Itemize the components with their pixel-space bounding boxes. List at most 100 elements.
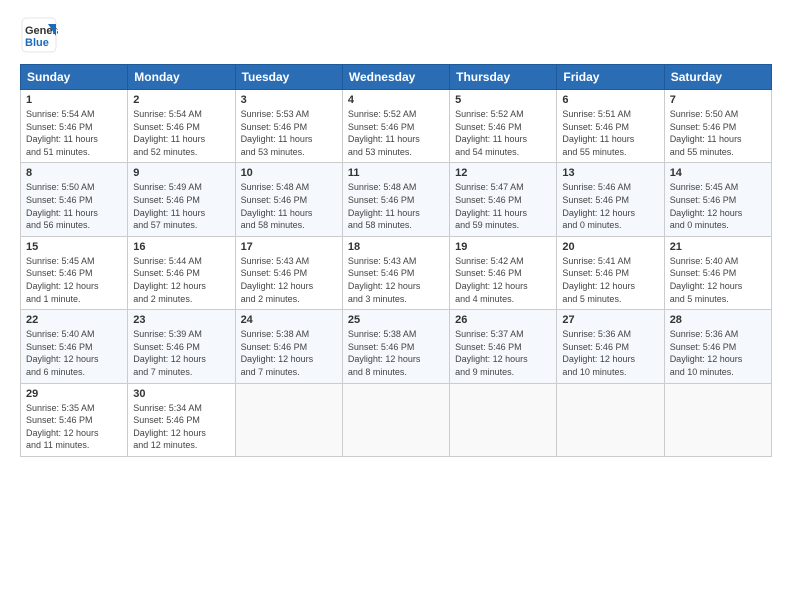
day-number: 2 <box>133 94 229 106</box>
day-cell: 3 Sunrise: 5:53 AM Sunset: 5:46 PM Daylig… <box>235 90 342 163</box>
day-cell: 16 Sunrise: 5:44 AM Sunset: 5:46 PM Dayli… <box>128 236 235 309</box>
day-info: Sunrise: 5:35 AM Sunset: 5:46 PM Dayligh… <box>26 402 122 452</box>
day-cell: 11Sunrise: 5:48 AM Sunset: 5:46 PM Dayli… <box>342 163 449 236</box>
weekday-saturday: Saturday <box>664 65 771 90</box>
week-row-1: 1 Sunrise: 5:54 AM Sunset: 5:46 PM Daylig… <box>21 90 772 163</box>
day-info: Sunrise: 5:52 AM Sunset: 5:46 PM Dayligh… <box>455 108 551 158</box>
day-cell: 8 Sunrise: 5:50 AM Sunset: 5:46 PM Daylig… <box>21 163 128 236</box>
day-cell <box>450 383 557 456</box>
day-info: Sunrise: 5:54 AM Sunset: 5:46 PM Dayligh… <box>133 108 229 158</box>
day-info: Sunrise: 5:38 AM Sunset: 5:46 PM Dayligh… <box>348 328 444 378</box>
day-cell <box>235 383 342 456</box>
day-cell: 15 Sunrise: 5:45 AM Sunset: 5:46 PM Dayli… <box>21 236 128 309</box>
day-number: 15 <box>26 241 122 253</box>
day-info: Sunrise: 5:45 AM Sunset: 5:46 PM Dayligh… <box>26 255 122 305</box>
day-info: Sunrise: 5:50 AM Sunset: 5:46 PM Dayligh… <box>26 181 122 231</box>
day-number: 21 <box>670 241 766 253</box>
day-number: 28 <box>670 314 766 326</box>
weekday-tuesday: Tuesday <box>235 65 342 90</box>
week-row-3: 15 Sunrise: 5:45 AM Sunset: 5:46 PM Dayli… <box>21 236 772 309</box>
day-info: Sunrise: 5:41 AM Sunset: 5:46 PM Dayligh… <box>562 255 658 305</box>
day-info: Sunrise: 5:43 AM Sunset: 5:46 PM Dayligh… <box>348 255 444 305</box>
day-number: 17 <box>241 241 337 253</box>
day-number: 27 <box>562 314 658 326</box>
day-number: 9 <box>133 167 229 179</box>
header: General Blue <box>20 16 772 54</box>
calendar-table: SundayMondayTuesdayWednesdayThursdayFrid… <box>20 64 772 457</box>
day-cell: 7Sunrise: 5:50 AM Sunset: 5:46 PM Daylig… <box>664 90 771 163</box>
week-row-4: 22 Sunrise: 5:40 AM Sunset: 5:46 PM Dayli… <box>21 310 772 383</box>
day-number: 12 <box>455 167 551 179</box>
day-info: Sunrise: 5:43 AM Sunset: 5:46 PM Dayligh… <box>241 255 337 305</box>
day-cell: 25 Sunrise: 5:38 AM Sunset: 5:46 PM Dayli… <box>342 310 449 383</box>
day-cell: 24 Sunrise: 5:38 AM Sunset: 5:46 PM Dayli… <box>235 310 342 383</box>
day-number: 1 <box>26 94 122 106</box>
day-number: 30 <box>133 388 229 400</box>
logo-icon: General Blue <box>20 16 58 54</box>
day-cell: 14 Sunrise: 5:45 AM Sunset: 5:46 PM Dayli… <box>664 163 771 236</box>
day-number: 7 <box>670 94 766 106</box>
day-info: Sunrise: 5:36 AM Sunset: 5:46 PM Dayligh… <box>562 328 658 378</box>
day-info: Sunrise: 5:54 AM Sunset: 5:46 PM Dayligh… <box>26 108 122 158</box>
day-info: Sunrise: 5:45 AM Sunset: 5:46 PM Dayligh… <box>670 181 766 231</box>
day-number: 8 <box>26 167 122 179</box>
day-number: 19 <box>455 241 551 253</box>
day-number: 29 <box>26 388 122 400</box>
day-number: 3 <box>241 94 337 106</box>
day-cell: 5 Sunrise: 5:52 AM Sunset: 5:46 PM Daylig… <box>450 90 557 163</box>
day-cell: 12Sunrise: 5:47 AM Sunset: 5:46 PM Dayli… <box>450 163 557 236</box>
day-cell <box>342 383 449 456</box>
day-number: 25 <box>348 314 444 326</box>
day-number: 5 <box>455 94 551 106</box>
day-cell: 21 Sunrise: 5:40 AM Sunset: 5:46 PM Dayli… <box>664 236 771 309</box>
day-number: 22 <box>26 314 122 326</box>
day-info: Sunrise: 5:34 AM Sunset: 5:46 PM Dayligh… <box>133 402 229 452</box>
day-info: Sunrise: 5:51 AM Sunset: 5:46 PM Dayligh… <box>562 108 658 158</box>
day-number: 10 <box>241 167 337 179</box>
day-info: Sunrise: 5:40 AM Sunset: 5:46 PM Dayligh… <box>26 328 122 378</box>
day-info: Sunrise: 5:49 AM Sunset: 5:46 PM Dayligh… <box>133 181 229 231</box>
day-number: 26 <box>455 314 551 326</box>
day-cell: 22 Sunrise: 5:40 AM Sunset: 5:46 PM Dayli… <box>21 310 128 383</box>
day-info: Sunrise: 5:44 AM Sunset: 5:46 PM Dayligh… <box>133 255 229 305</box>
page: General Blue SundayMondayTuesdayWednesda… <box>0 0 792 612</box>
day-cell: 10Sunrise: 5:48 AM Sunset: 5:46 PM Dayli… <box>235 163 342 236</box>
weekday-sunday: Sunday <box>21 65 128 90</box>
svg-text:Blue: Blue <box>25 37 49 49</box>
week-row-2: 8 Sunrise: 5:50 AM Sunset: 5:46 PM Daylig… <box>21 163 772 236</box>
day-number: 20 <box>562 241 658 253</box>
day-info: Sunrise: 5:46 AM Sunset: 5:46 PM Dayligh… <box>562 181 658 231</box>
day-info: Sunrise: 5:38 AM Sunset: 5:46 PM Dayligh… <box>241 328 337 378</box>
day-cell: 2 Sunrise: 5:54 AM Sunset: 5:46 PM Daylig… <box>128 90 235 163</box>
day-number: 18 <box>348 241 444 253</box>
day-info: Sunrise: 5:37 AM Sunset: 5:46 PM Dayligh… <box>455 328 551 378</box>
day-number: 16 <box>133 241 229 253</box>
day-info: Sunrise: 5:42 AM Sunset: 5:46 PM Dayligh… <box>455 255 551 305</box>
day-cell: 23 Sunrise: 5:39 AM Sunset: 5:46 PM Dayli… <box>128 310 235 383</box>
day-number: 23 <box>133 314 229 326</box>
day-info: Sunrise: 5:52 AM Sunset: 5:46 PM Dayligh… <box>348 108 444 158</box>
day-info: Sunrise: 5:40 AM Sunset: 5:46 PM Dayligh… <box>670 255 766 305</box>
day-info: Sunrise: 5:48 AM Sunset: 5:46 PM Dayligh… <box>348 181 444 231</box>
weekday-header-row: SundayMondayTuesdayWednesdayThursdayFrid… <box>21 65 772 90</box>
weekday-friday: Friday <box>557 65 664 90</box>
day-number: 24 <box>241 314 337 326</box>
day-cell: 26 Sunrise: 5:37 AM Sunset: 5:46 PM Dayli… <box>450 310 557 383</box>
day-number: 6 <box>562 94 658 106</box>
day-cell: 20 Sunrise: 5:41 AM Sunset: 5:46 PM Dayli… <box>557 236 664 309</box>
day-cell: 4 Sunrise: 5:52 AM Sunset: 5:46 PM Daylig… <box>342 90 449 163</box>
day-cell <box>664 383 771 456</box>
day-cell: 17 Sunrise: 5:43 AM Sunset: 5:46 PM Dayli… <box>235 236 342 309</box>
day-cell: 6 Sunrise: 5:51 AM Sunset: 5:46 PM Daylig… <box>557 90 664 163</box>
day-info: Sunrise: 5:39 AM Sunset: 5:46 PM Dayligh… <box>133 328 229 378</box>
day-info: Sunrise: 5:36 AM Sunset: 5:46 PM Dayligh… <box>670 328 766 378</box>
day-number: 4 <box>348 94 444 106</box>
day-cell: 29 Sunrise: 5:35 AM Sunset: 5:46 PM Dayli… <box>21 383 128 456</box>
weekday-wednesday: Wednesday <box>342 65 449 90</box>
day-number: 14 <box>670 167 766 179</box>
day-info: Sunrise: 5:53 AM Sunset: 5:46 PM Dayligh… <box>241 108 337 158</box>
day-cell: 27 Sunrise: 5:36 AM Sunset: 5:46 PM Dayli… <box>557 310 664 383</box>
day-cell: 19 Sunrise: 5:42 AM Sunset: 5:46 PM Dayli… <box>450 236 557 309</box>
day-cell: 1 Sunrise: 5:54 AM Sunset: 5:46 PM Daylig… <box>21 90 128 163</box>
logo: General Blue <box>20 16 58 54</box>
